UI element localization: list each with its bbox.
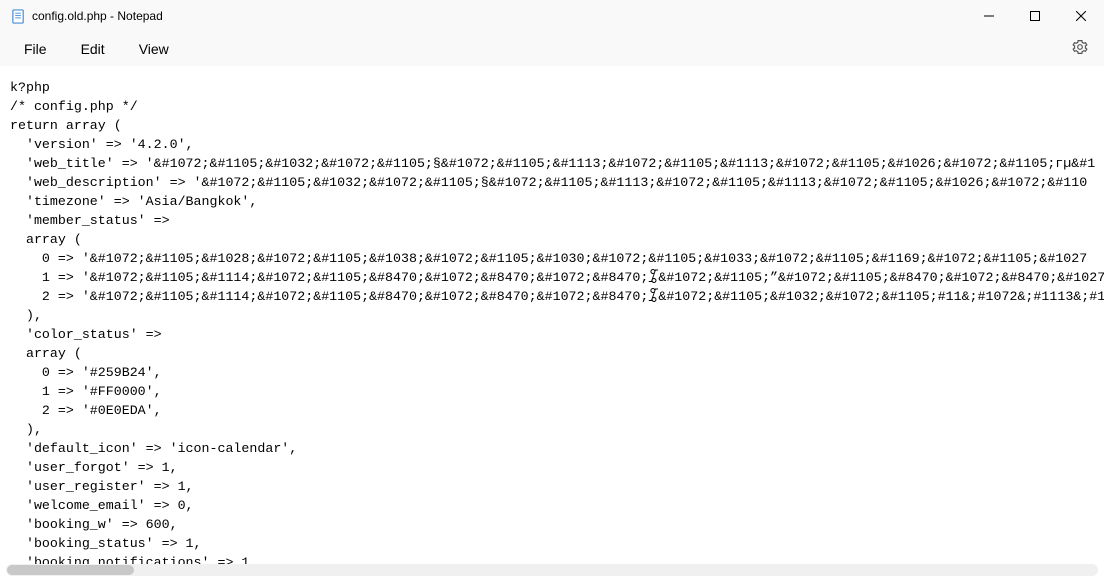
menubar: File Edit View [0,32,1104,66]
titlebar: config.old.php - Notepad [0,0,1104,32]
menu-file[interactable]: File [10,37,61,61]
minimize-button[interactable] [966,0,1012,32]
menu-edit[interactable]: Edit [67,37,119,61]
text-editor[interactable]: k?php /* config.php */ return array ( 'v… [0,66,1104,564]
window-controls [966,0,1104,32]
gear-icon [1072,39,1088,60]
notepad-app-icon [10,8,26,24]
horizontal-scrollbar-thumb[interactable] [7,565,134,575]
close-button[interactable] [1058,0,1104,32]
notepad-window: config.old.php - Notepad File Edit View … [0,0,1104,578]
window-title: config.old.php - Notepad [32,9,966,23]
settings-button[interactable] [1066,35,1094,63]
maximize-button[interactable] [1012,0,1058,32]
editor-area: k?php /* config.php */ return array ( 'v… [0,66,1104,578]
menu-view[interactable]: View [125,37,183,61]
horizontal-scrollbar[interactable] [6,564,1098,576]
